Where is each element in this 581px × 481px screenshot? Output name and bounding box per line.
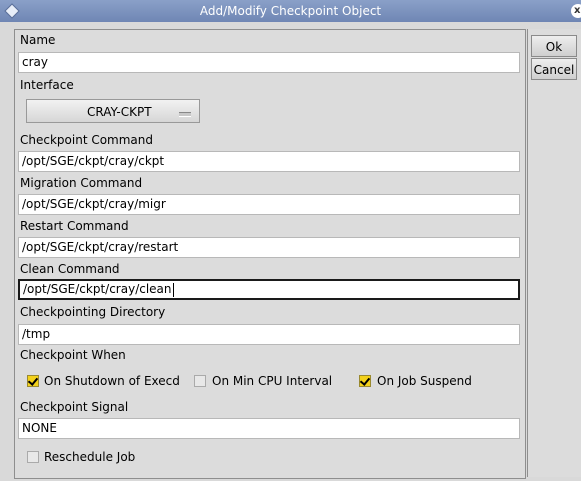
checkpoint-command-field[interactable]: /opt/SGE/ckpt/cray/ckpt bbox=[18, 151, 520, 172]
migration-command-label: Migration Command bbox=[20, 176, 143, 190]
name-label: Name bbox=[20, 33, 56, 47]
on-shutdown-checkbox[interactable] bbox=[27, 375, 39, 387]
on-min-cpu-label[interactable]: On Min CPU Interval bbox=[212, 374, 332, 388]
window-title: Add/Modify Checkpoint Object bbox=[199, 4, 382, 18]
restart-command-label: Restart Command bbox=[20, 219, 129, 233]
checkpointing-directory-field[interactable]: /tmp bbox=[18, 324, 520, 345]
interface-label: Interface bbox=[20, 78, 74, 92]
action-panel bbox=[527, 29, 581, 477]
clean-command-value: /opt/SGE/ckpt/cray/clean bbox=[23, 282, 172, 296]
on-job-suspend-label[interactable]: On Job Suspend bbox=[377, 374, 472, 388]
clean-command-field[interactable]: /opt/SGE/ckpt/cray/clean bbox=[18, 279, 520, 300]
on-job-suspend-checkbox[interactable] bbox=[359, 375, 371, 387]
interface-selected-value: CRAY-CKPT bbox=[87, 105, 152, 119]
checkpoint-signal-field[interactable]: NONE bbox=[18, 418, 520, 439]
reschedule-job-checkbox[interactable] bbox=[27, 451, 39, 463]
on-min-cpu-checkbox[interactable] bbox=[194, 375, 206, 387]
interface-select[interactable]: CRAY-CKPT bbox=[26, 99, 200, 123]
option-menu-indicator-icon bbox=[179, 112, 191, 117]
checkpoint-command-label: Checkpoint Command bbox=[20, 133, 154, 147]
name-field[interactable]: cray bbox=[18, 52, 520, 73]
reschedule-job-label[interactable]: Reschedule Job bbox=[44, 450, 135, 464]
dialog-window: Add/Modify Checkpoint Object x Ok Cancel… bbox=[0, 0, 581, 481]
cancel-button[interactable]: Cancel bbox=[531, 58, 577, 80]
checkpoint-signal-label: Checkpoint Signal bbox=[20, 400, 129, 414]
migration-command-field[interactable]: /opt/SGE/ckpt/cray/migr bbox=[18, 194, 520, 215]
title-bar[interactable]: Add/Modify Checkpoint Object x bbox=[0, 0, 581, 22]
checkpointing-directory-label: Checkpointing Directory bbox=[20, 305, 166, 319]
restart-command-field[interactable]: /opt/SGE/ckpt/cray/restart bbox=[18, 237, 520, 258]
text-cursor-icon bbox=[172, 282, 174, 297]
clean-command-label: Clean Command bbox=[20, 262, 120, 276]
on-shutdown-label[interactable]: On Shutdown of Execd bbox=[44, 374, 180, 388]
checkpoint-when-label: Checkpoint When bbox=[20, 348, 126, 362]
close-icon[interactable]: x bbox=[571, 4, 581, 18]
ok-button[interactable]: Ok bbox=[531, 35, 577, 57]
